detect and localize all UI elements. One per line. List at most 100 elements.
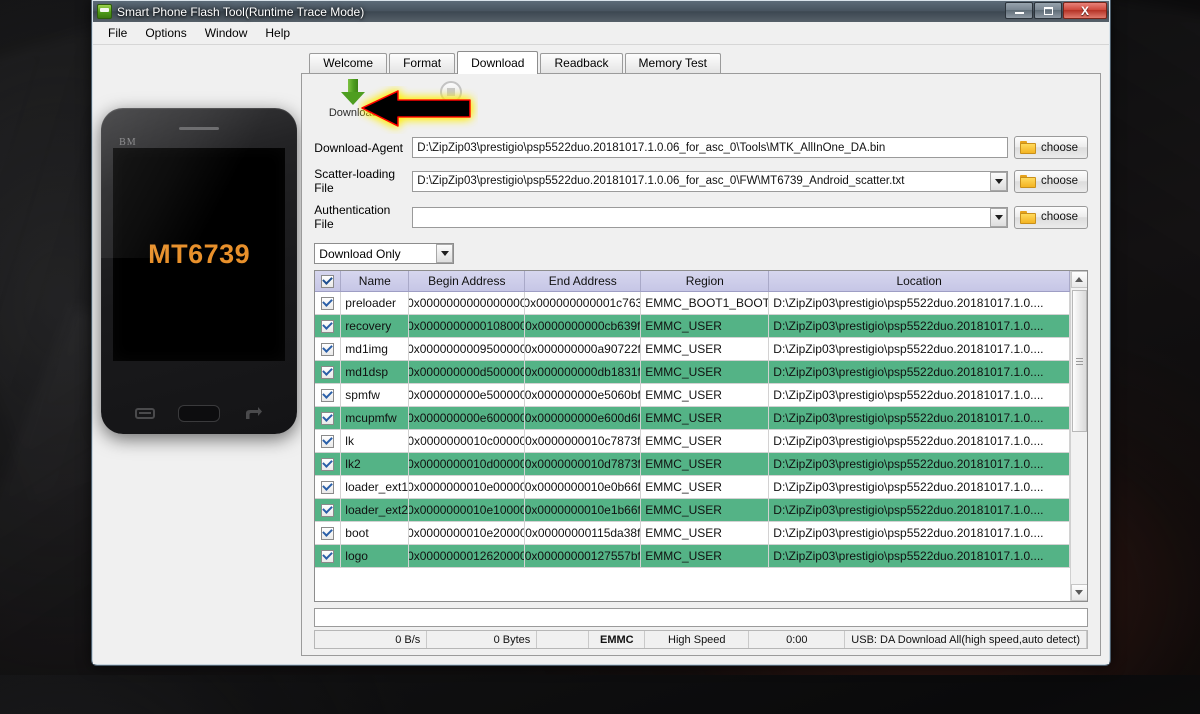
- header-select-all[interactable]: [315, 271, 342, 291]
- row-checkbox-cell[interactable]: [315, 453, 342, 475]
- table-row[interactable]: lk 0x0000000010c00000 0x0000000010c7873f EM…: [315, 430, 1070, 453]
- table-row[interactable]: md1img 0x0000000009500000 0x000000000a9072…: [315, 338, 1070, 361]
- cell-name: lk2: [341, 453, 410, 475]
- close-button[interactable]: X: [1063, 2, 1107, 19]
- header-end-address[interactable]: End Address: [525, 271, 642, 291]
- row-checkbox-cell[interactable]: [315, 499, 342, 521]
- scatter-file-label: Scatter-loading File: [314, 167, 396, 195]
- scrollbar-track[interactable]: [1070, 288, 1088, 584]
- checkbox-icon[interactable]: [321, 411, 335, 425]
- authentication-file-input[interactable]: [412, 206, 1008, 228]
- checkbox-icon[interactable]: [321, 274, 335, 288]
- download-agent-choose-button[interactable]: choose: [1014, 136, 1088, 159]
- chevron-down-icon[interactable]: [436, 244, 454, 263]
- minimize-button[interactable]: [1005, 2, 1033, 19]
- stop-button[interactable]: Stop: [412, 79, 490, 117]
- scroll-up-button[interactable]: [1070, 271, 1088, 288]
- checkbox-icon[interactable]: [321, 549, 335, 563]
- tab-readback[interactable]: Readback: [540, 53, 623, 73]
- row-checkbox-cell[interactable]: [315, 338, 342, 360]
- cell-region: EMMC_USER: [641, 338, 770, 360]
- checkbox-icon[interactable]: [321, 434, 335, 448]
- cell-name: logo: [341, 545, 410, 567]
- stop-square: [447, 88, 456, 96]
- scatter-file-choose-button[interactable]: choose: [1014, 169, 1088, 193]
- row-checkbox-cell[interactable]: [315, 407, 342, 429]
- download-mode-value: Download Only: [319, 246, 401, 261]
- folder-icon: [1020, 141, 1036, 154]
- menu-item-options[interactable]: Options: [136, 23, 195, 43]
- row-checkbox-cell[interactable]: [315, 315, 342, 337]
- tab-memory-test[interactable]: Memory Test: [624, 53, 721, 73]
- checkbox-icon[interactable]: [321, 388, 335, 402]
- table-row[interactable]: lk2 0x0000000010d00000 0x0000000010d7873f E…: [315, 453, 1070, 476]
- checkbox-icon[interactable]: [321, 457, 335, 471]
- choose-label: choose: [1041, 211, 1079, 223]
- title-bar[interactable]: Smart Phone Flash Tool(Runtime Trace Mod…: [93, 1, 1109, 22]
- cell-end-address: 0x000000000a90722f: [525, 338, 642, 360]
- cell-begin-address: 0x0000000010e20000: [409, 522, 526, 544]
- table-scrollbar[interactable]: [1070, 271, 1088, 601]
- checkbox-icon[interactable]: [321, 296, 335, 310]
- menu-item-file[interactable]: File: [99, 23, 136, 43]
- scatter-file-row: Scatter-loading File D:\ZipZip03\prestig…: [314, 167, 1088, 195]
- checkbox-icon[interactable]: [321, 503, 335, 517]
- row-checkbox-cell[interactable]: [315, 361, 342, 383]
- table-row[interactable]: logo 0x0000000012620000 0x00000000127557bf…: [315, 545, 1070, 568]
- download-agent-input[interactable]: D:\ZipZip03\prestigio\psp5522duo.2018101…: [412, 137, 1008, 158]
- table-row[interactable]: recovery 0x0000000000108000 0x0000000000cb…: [315, 315, 1070, 338]
- table-row[interactable]: loader_ext1 0x0000000010e00000 0x000000001…: [315, 476, 1070, 499]
- row-checkbox-cell[interactable]: [315, 545, 342, 567]
- header-region[interactable]: Region: [641, 271, 770, 291]
- authentication-file-label: Authentication File: [314, 203, 391, 231]
- header-location[interactable]: Location: [769, 271, 1070, 291]
- tab-format[interactable]: Format: [389, 53, 456, 73]
- checkbox-icon[interactable]: [321, 526, 335, 540]
- cell-name: spmfw: [341, 384, 410, 406]
- row-checkbox-cell[interactable]: [315, 292, 342, 314]
- chevron-down-icon[interactable]: [990, 171, 1007, 191]
- checkbox-icon[interactable]: [321, 319, 335, 333]
- cell-location: D:\ZipZip03\prestigio\psp5522duo.2018101…: [769, 315, 1070, 337]
- home-icon: [178, 405, 221, 422]
- menu-item-window[interactable]: Window: [196, 23, 257, 43]
- cell-begin-address: 0x0000000009500000: [409, 338, 526, 360]
- row-checkbox-cell[interactable]: [315, 476, 342, 498]
- chevron-down-icon[interactable]: [990, 207, 1007, 227]
- cell-location: D:\ZipZip03\prestigio\psp5522duo.2018101…: [769, 522, 1070, 544]
- cell-name: recovery: [341, 315, 410, 337]
- tab-welcome[interactable]: Welcome: [309, 53, 388, 73]
- device-preview-pane: BM MT6739: [101, 51, 298, 656]
- table-row[interactable]: loader_ext2 0x0000000010e10000 0x000000001…: [315, 499, 1070, 522]
- scroll-down-button[interactable]: [1070, 584, 1088, 601]
- row-checkbox-cell[interactable]: [315, 430, 342, 452]
- cell-name: preloader: [341, 292, 410, 314]
- header-begin-address[interactable]: Begin Address: [409, 271, 526, 291]
- table-row[interactable]: mcupmfw 0x000000000e600000 0x000000000e600…: [315, 407, 1070, 430]
- cell-begin-address: 0x0000000000000000: [409, 292, 526, 314]
- maximize-button[interactable]: [1034, 2, 1062, 19]
- cell-end-address: 0x0000000010e0b66f: [525, 476, 642, 498]
- row-checkbox-cell[interactable]: [315, 384, 342, 406]
- chipset-label: MT6739: [148, 239, 251, 269]
- folder-icon: [1020, 174, 1036, 188]
- download-button[interactable]: Download: [314, 79, 392, 119]
- table-row[interactable]: spmfw 0x000000000e500000 0x000000000e5060b…: [315, 384, 1070, 407]
- menu-item-help[interactable]: Help: [256, 23, 299, 43]
- table-row[interactable]: preloader 0x0000000000000000 0x00000000000…: [315, 292, 1070, 315]
- table-row[interactable]: md1dsp 0x000000000d500000 0x000000000db183…: [315, 361, 1070, 384]
- scrollbar-thumb[interactable]: [1071, 290, 1087, 432]
- checkbox-icon[interactable]: [321, 365, 335, 379]
- header-name[interactable]: Name: [341, 271, 410, 291]
- arrow-stem: [348, 79, 359, 93]
- checkbox-icon[interactable]: [321, 342, 335, 356]
- scatter-file-input[interactable]: D:\ZipZip03\prestigio\psp5522duo.2018101…: [412, 170, 1008, 192]
- phone-brand-label: BM: [119, 137, 137, 148]
- row-checkbox-cell[interactable]: [315, 522, 342, 544]
- table-row[interactable]: boot 0x0000000010e20000 0x00000000115da38f…: [315, 522, 1070, 545]
- download-mode-select[interactable]: Download Only: [314, 243, 455, 264]
- cell-end-address: 0x0000000010e1b66f: [525, 499, 642, 521]
- tab-download[interactable]: Download: [457, 51, 539, 74]
- checkbox-icon[interactable]: [321, 480, 335, 494]
- authentication-file-choose-button[interactable]: choose: [1014, 205, 1088, 229]
